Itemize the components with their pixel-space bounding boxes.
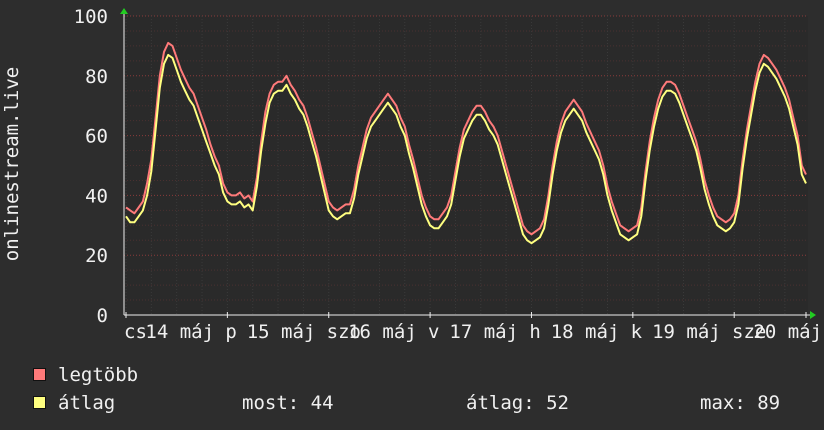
y-tick-label: 40 [85,185,108,207]
x-tick-label: k [631,321,643,343]
x-tick-label: 18 máj [551,321,620,343]
x-tick-label: v [428,321,439,343]
x-tick-label: h [529,321,540,343]
y-tick-label: 80 [85,66,108,88]
x-tick-label: p [225,321,236,343]
x-tick-label: 15 máj [247,321,316,343]
x-tick-label: 14 máj [145,321,214,343]
x-tick-label: 19 máj [652,321,721,343]
x-axis-arrow-icon [810,311,816,319]
legend-row-avg: átlag most: 44 átlag: 52 max: 89 [0,391,824,415]
stat-current: most: 44 [242,392,334,414]
x-tick-label: 16 máj [348,321,417,343]
y-tick-label: 100 [74,6,108,28]
stat-max: max: 89 [700,392,781,414]
x-tick-label: cs [124,321,147,343]
stat-average: átlag: 52 [466,392,569,414]
y-tick-label: 20 [85,245,108,267]
legend-label-atlag: átlag [58,392,116,414]
y-axis-arrow-icon [120,8,128,14]
x-tick-label: 17 máj [449,321,518,343]
legend-swatch-legtobb [33,368,46,381]
legend-row-max: legtöbb [0,363,824,387]
x-tick-label: 20 máj [753,321,822,343]
y-axis: 0 20 40 60 80 100 [74,6,108,327]
x-axis: cs14 máj p 15 máj szo16 máj v 17 máj h 18 máj k 1… [124,312,822,343]
y-axis-label: onlinestream.live [1,67,23,261]
y-tick-label: 60 [85,126,108,148]
legend-label-legtobb: legtöbb [58,364,139,386]
y-tick-label: 0 [97,305,108,327]
legend-swatch-atlag [33,396,46,409]
